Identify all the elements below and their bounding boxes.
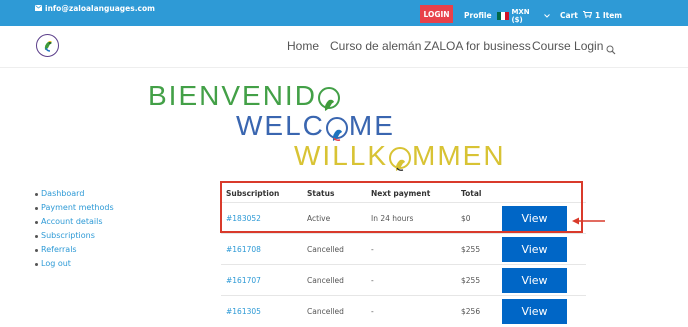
parrot-icon <box>317 86 340 111</box>
view-button[interactable]: View <box>502 299 567 324</box>
email-text: info@zaloalanguages.com <box>45 4 155 13</box>
zaloa-logo[interactable] <box>36 34 59 57</box>
currency-value: MXN ($) <box>511 8 530 24</box>
next-payment-text: - <box>371 245 374 254</box>
next-payment-text: - <box>371 307 374 316</box>
site-header: Home Curso de alemán ZALOA for business … <box>0 26 688 68</box>
banner-willkommen-text-b: MMEN <box>412 140 506 171</box>
banner-bienvenido: BIENVENID <box>148 80 341 112</box>
sidebar-item-label: Subscriptions <box>41 231 95 240</box>
cart-icon <box>583 11 593 20</box>
subscription-id-link[interactable]: #161707 <box>226 276 261 285</box>
sidebar-item-subscriptions[interactable]: Subscriptions <box>35 229 114 243</box>
table-row: #161707 Cancelled - $255 View <box>221 264 586 295</box>
search-icon[interactable] <box>606 40 616 59</box>
nav-curso-aleman[interactable]: Curso de alemán <box>330 39 421 53</box>
view-button[interactable]: View <box>502 268 567 293</box>
view-button[interactable]: View <box>502 237 567 262</box>
subscription-id-link[interactable]: #161305 <box>226 307 261 316</box>
cart-count-text: 1 Item <box>595 11 623 20</box>
bullet-icon <box>35 206 38 210</box>
sidebar-item-label: Referrals <box>41 245 77 254</box>
sidebar-item-payment-methods[interactable]: Payment methods <box>35 201 114 215</box>
parrot-icon <box>389 146 412 171</box>
chevron-down-icon <box>544 12 550 20</box>
total-text: $255 <box>461 245 481 254</box>
sidebar-item-referrals[interactable]: Referrals <box>35 243 114 257</box>
login-button[interactable]: LOGIN <box>420 5 453 23</box>
mexico-flag-icon <box>497 12 510 20</box>
table-row: #161708 Cancelled - $255 View <box>221 233 586 264</box>
top-bar: info@zaloalanguages.com LOGIN Profile MX… <box>0 0 688 26</box>
sidebar-item-log-out[interactable]: Log out <box>35 257 114 271</box>
cart-items[interactable]: 1 Item <box>583 11 622 20</box>
sidebar-item-label: Dashboard <box>41 189 85 198</box>
parrot-icon <box>325 116 348 141</box>
currency-selector[interactable]: MXN ($) <box>497 8 550 24</box>
arrow-left-icon <box>572 211 606 230</box>
banner-welcome-text-b: ME <box>348 110 395 141</box>
nav-zaloa-business[interactable]: ZALOA for business <box>424 39 531 53</box>
bullet-icon <box>35 234 38 238</box>
total-text: $256 <box>461 307 481 316</box>
sidebar-item-dashboard[interactable]: Dashboard <box>35 187 114 201</box>
next-payment-text: - <box>371 276 374 285</box>
total-text: $255 <box>461 276 481 285</box>
status-text: Cancelled <box>307 245 344 254</box>
sidebar-item-label: Payment methods <box>41 203 114 212</box>
banner-willkommen-text-a: WILLK <box>294 140 389 171</box>
nav-course-login[interactable]: Course Login <box>532 39 603 53</box>
sidebar-item-label: Account details <box>41 217 103 226</box>
bullet-icon <box>35 220 38 224</box>
profile-link[interactable]: Profile <box>464 11 492 20</box>
status-text: Cancelled <box>307 276 344 285</box>
sidebar-item-label: Log out <box>41 259 71 268</box>
banner-bienvenido-text: BIENVENID <box>148 80 317 111</box>
email-link[interactable]: info@zaloalanguages.com <box>35 4 155 13</box>
subscription-id-link[interactable]: #161708 <box>226 245 261 254</box>
status-text: Cancelled <box>307 307 344 316</box>
bullet-icon <box>35 248 38 252</box>
envelope-icon <box>35 4 42 13</box>
cart-link[interactable]: Cart <box>560 11 578 20</box>
table-row: #161305 Cancelled - $256 View <box>221 295 586 326</box>
banner-willkommen: WILLK MMEN <box>294 140 506 172</box>
banner-welcome: WELC ME <box>236 110 395 142</box>
nav-home[interactable]: Home <box>287 39 319 53</box>
bullet-icon <box>35 262 38 266</box>
highlight-box <box>220 181 583 233</box>
account-navigation: Dashboard Payment methods Account detail… <box>35 187 114 271</box>
banner-welcome-text-a: WELC <box>236 110 325 141</box>
sidebar-item-account-details[interactable]: Account details <box>35 215 114 229</box>
bullet-icon <box>35 192 38 196</box>
